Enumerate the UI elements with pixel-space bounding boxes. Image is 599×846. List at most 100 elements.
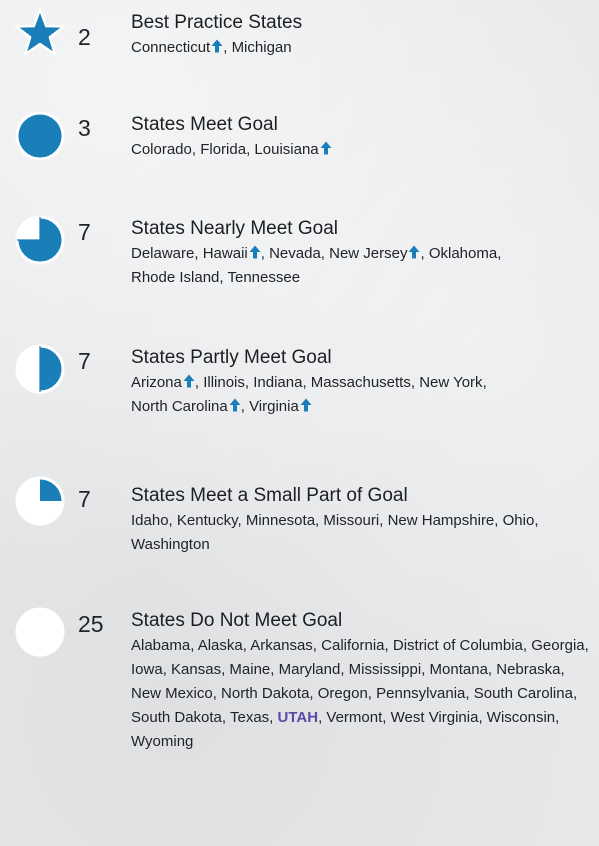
group-text: States Nearly Meet Goal Delaware, Hawaii… [131, 216, 591, 290]
state-name: Colorado [131, 141, 192, 158]
state-item: Rhode Island, [131, 269, 224, 286]
state-item: New Mexico, [131, 685, 217, 702]
state-item: South Dakota, [131, 709, 227, 726]
state-name: Delaware [131, 245, 195, 262]
state-item: Connecticut, [131, 39, 228, 56]
improvement-arrow-icon [320, 141, 332, 155]
improvement-arrow-icon [229, 398, 241, 412]
group-count: 2 [78, 24, 91, 50]
state-item: Oregon, [317, 685, 372, 702]
three-quarter-circle-icon [15, 215, 65, 265]
state-item: Florida, [200, 141, 251, 158]
state-item: Massachusetts, [310, 374, 416, 391]
state-item: South Carolina, [473, 685, 578, 702]
state-name: Kansas [171, 661, 222, 678]
improvement-arrow-icon [408, 245, 420, 259]
quarter-circle-icon [15, 476, 65, 526]
state-name: Virginia [249, 398, 299, 415]
state-name: Ohio [502, 512, 535, 529]
state-item: New Jersey, [329, 245, 425, 262]
group-title: States Nearly Meet Goal [131, 218, 338, 239]
state-name: California [321, 637, 385, 654]
state-name: Texas [229, 709, 270, 726]
full-circle-icon [15, 111, 65, 161]
state-item: Louisiana [254, 141, 332, 158]
state-item: Virginia [249, 398, 312, 415]
group-title: States Partly Meet Goal [131, 347, 332, 368]
state-item: UTAH, [277, 709, 323, 726]
group-title: States Meet a Small Part of Goal [131, 485, 408, 506]
state-list: Colorado, Florida, Louisiana [131, 138, 591, 162]
group-title: Best Practice States [131, 12, 303, 33]
state-name: Arizona [131, 374, 182, 391]
state-name: District of Columbia [392, 637, 523, 654]
state-name: Michigan [231, 39, 292, 56]
state-name: Tennessee [227, 269, 301, 286]
state-name: Kentucky [176, 512, 238, 529]
state-item: New York, [419, 374, 487, 391]
state-item: North Carolina, [131, 398, 245, 415]
state-list: Connecticut, Michigan [131, 36, 591, 60]
state-name: New Hampshire [387, 512, 495, 529]
state-name: New Mexico [131, 685, 213, 702]
group-text: States Partly Meet Goal Arizona, Illinoi… [131, 345, 591, 419]
state-list: Arizona, Illinois, Indiana, Massachusett… [131, 371, 591, 419]
state-item: Wyoming [131, 733, 193, 750]
state-name: Missouri [323, 512, 380, 529]
state-name: New Jersey [329, 245, 408, 262]
state-list: Delaware, Hawaii, Nevada, New Jersey, Ok… [131, 242, 591, 290]
state-name: New York [419, 374, 483, 391]
state-item: Georgia, [531, 637, 589, 654]
star-icon [14, 8, 66, 56]
state-name: Massachusetts [310, 374, 411, 391]
state-item: Hawaii, [202, 245, 265, 262]
state-name: Oklahoma [428, 245, 498, 262]
state-item: District of Columbia, [392, 637, 528, 654]
state-name: Mississippi [348, 661, 422, 678]
state-name: Wisconsin [486, 709, 556, 726]
improvement-arrow-icon [249, 245, 261, 259]
state-item: North Dakota, [221, 685, 314, 702]
state-list: Alabama, Alaska, Arkansas, California, D… [131, 634, 591, 754]
group-title: States Meet Goal [131, 114, 278, 135]
state-item: Arkansas, [250, 637, 317, 654]
state-item: Colorado, [131, 141, 197, 158]
state-item: Idaho, [131, 512, 173, 529]
state-name: Montana [429, 661, 488, 678]
state-item: Delaware, [131, 245, 199, 262]
state-item: West Virginia, [390, 709, 483, 726]
goal-summary-page: 2 Best Practice States Connecticut, Mich… [0, 0, 599, 846]
state-item: Oklahoma, [428, 245, 502, 262]
state-item: Iowa, [131, 661, 167, 678]
state-name: Indiana [253, 374, 303, 391]
state-item: Tennessee [227, 269, 300, 286]
state-name: Louisiana [254, 141, 319, 158]
state-item: Maryland, [278, 661, 345, 678]
state-name: Alabama [131, 637, 191, 654]
group-count: 25 [78, 611, 104, 637]
state-item: Kansas, [171, 661, 226, 678]
state-name: Idaho [131, 512, 169, 529]
state-item: Michigan [232, 39, 292, 56]
state-item: Washington [131, 536, 210, 553]
improvement-arrow-icon [211, 39, 223, 53]
state-name: Wyoming [131, 733, 194, 750]
state-name: South Carolina [473, 685, 573, 702]
state-name: South Dakota [131, 709, 222, 726]
state-name: Illinois [203, 374, 245, 391]
state-item: Nebraska, [496, 661, 565, 678]
state-item: Ohio, [502, 512, 539, 529]
group-title: States Do Not Meet Goal [131, 610, 343, 631]
state-name: Hawaii [202, 245, 248, 262]
state-item: Texas, [229, 709, 274, 726]
group-text: States Meet a Small Part of Goal Idaho, … [131, 477, 591, 557]
state-item: New Hampshire, [387, 512, 499, 529]
group-text: Best Practice States Connecticut, Michig… [131, 10, 591, 60]
improvement-arrow-icon [183, 374, 195, 388]
state-name: Nevada [269, 245, 321, 262]
state-name: Pennsylvania [376, 685, 466, 702]
state-name: Vermont [326, 709, 383, 726]
improvement-arrow-icon [300, 398, 312, 412]
group-count: 7 [78, 486, 91, 512]
state-name: Arkansas [250, 637, 313, 654]
